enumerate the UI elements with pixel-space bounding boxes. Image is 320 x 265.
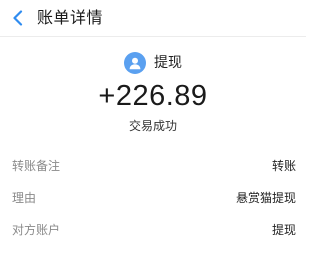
detail-label: 对方账户 — [12, 223, 61, 237]
back-button[interactable] — [6, 6, 30, 30]
transaction-status: 交易成功 — [128, 119, 177, 133]
detail-value: 悬赏猫提现 — [235, 191, 296, 205]
back-arrow-icon — [13, 10, 23, 26]
detail-row-remark: 转账备注 转账 — [0, 155, 306, 177]
detail-label: 理由 — [12, 191, 37, 205]
payee-info: 提现 — [0, 52, 306, 74]
detail-label: 转账备注 — [12, 159, 61, 173]
header-divider — [0, 36, 306, 37]
payee-name: 提现 — [154, 55, 182, 71]
detail-value: 转账 — [271, 159, 296, 173]
avatar — [124, 52, 146, 74]
header-bar: 账单详情 — [0, 0, 306, 36]
page-title: 账单详情 — [37, 8, 104, 27]
user-icon — [129, 57, 141, 70]
detail-row-reason: 理由 悬赏猫提现 — [0, 187, 306, 209]
transaction-amount: +226.89 — [98, 80, 208, 112]
detail-value: 提现 — [271, 223, 296, 237]
detail-row-counterparty[interactable]: 对方账户 提现 — [0, 219, 306, 241]
